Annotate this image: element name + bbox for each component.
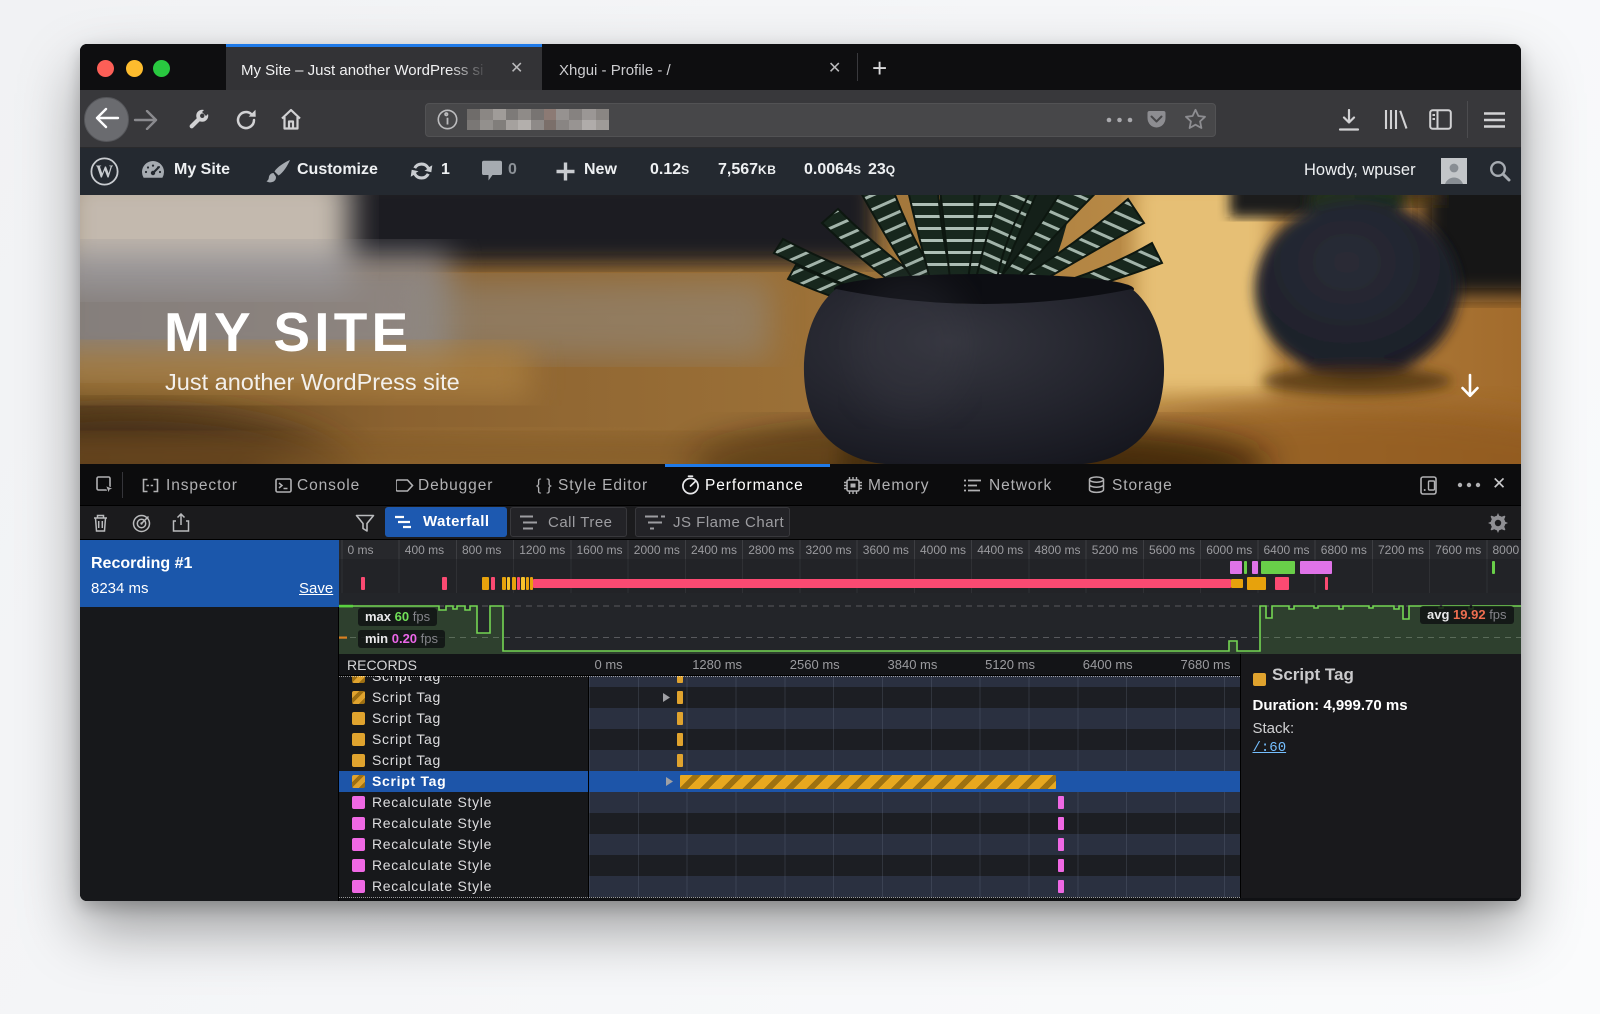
svg-text:W: W [96, 162, 114, 182]
